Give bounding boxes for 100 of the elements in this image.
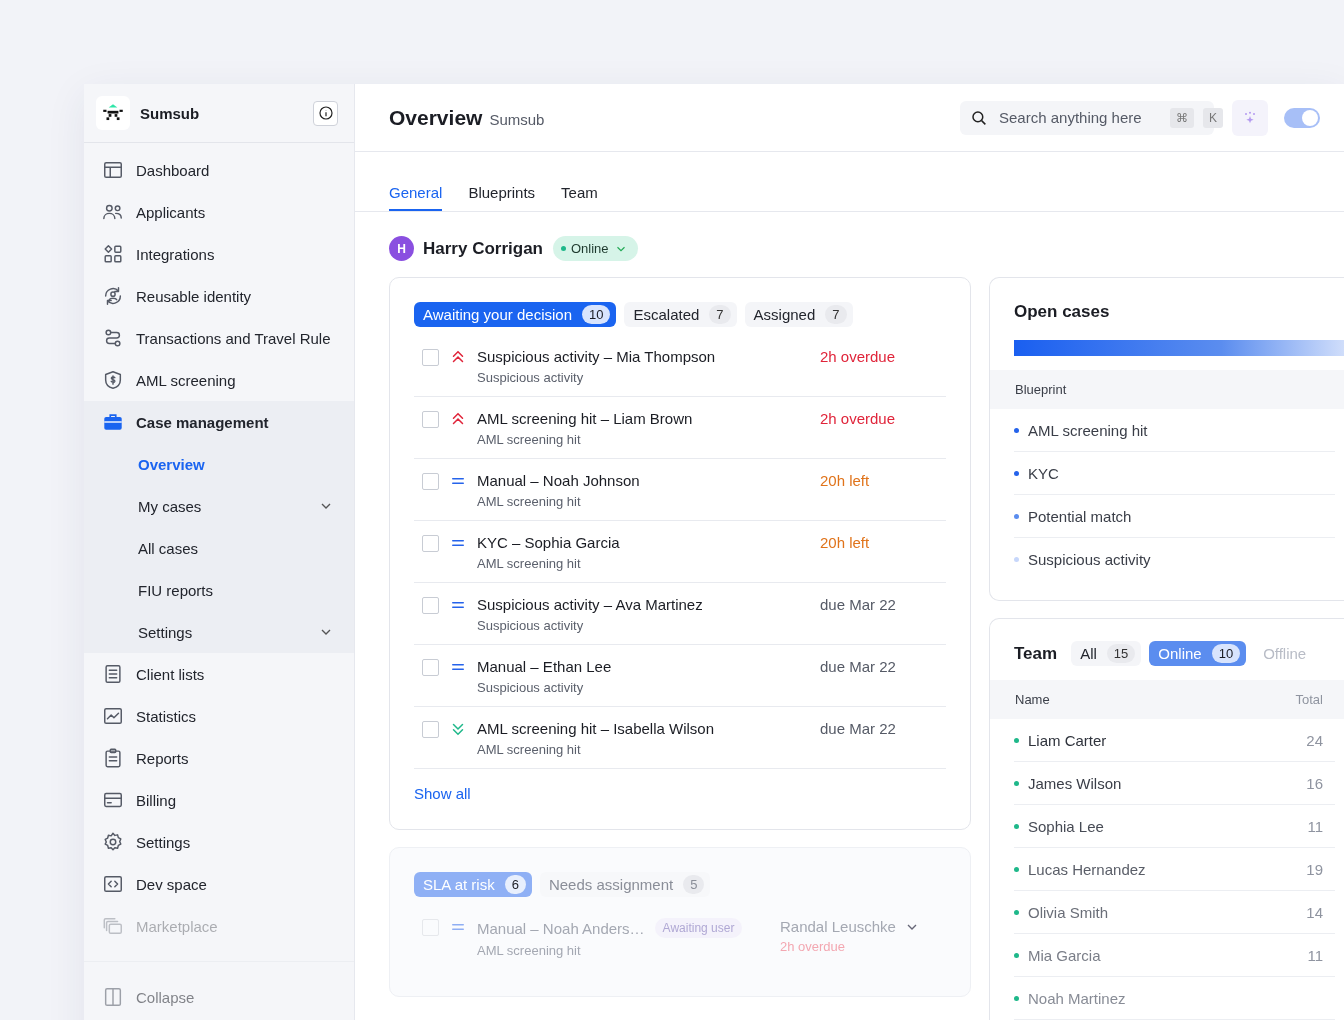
sidebar-item[interactable]: Case management (84, 401, 354, 443)
clipboard-icon (102, 747, 124, 769)
status-badge: Awaiting user (654, 918, 743, 938)
case-type: Suspicious activity (477, 370, 585, 385)
shield-icon (102, 369, 124, 391)
brand-name: Sumsub (140, 104, 201, 122)
search-icon (970, 108, 988, 127)
card-title: Team (1013, 643, 1058, 664)
checkbox[interactable] (422, 659, 439, 676)
due-status: due Mar 22 (820, 658, 897, 675)
member-name: Liam Carter (1028, 731, 1108, 749)
case-type: AML screening hit (477, 742, 582, 757)
checkbox[interactable] (422, 721, 439, 738)
case-type: Suspicious activity (477, 680, 585, 695)
blueprint-name: Suspicious activity (1028, 550, 1151, 568)
case-type: Suspicious activity (477, 618, 585, 633)
sparkle-button[interactable] (1232, 99, 1268, 136)
due-status: 2h overdue (820, 348, 897, 365)
due-status: 20h left (820, 534, 871, 551)
case-title[interactable]: Suspicious activity – Ava Martinez (477, 596, 810, 613)
logo-icon (96, 96, 130, 130)
member-name: Mia Garcia (1028, 946, 1102, 964)
due-status: 20h left (820, 472, 871, 489)
sidebar-item[interactable]: Reusable identity (84, 275, 354, 317)
user-cycle-icon (102, 285, 124, 307)
column-header: Blueprint (990, 370, 1344, 409)
sidebar-item[interactable]: Statistics (84, 695, 354, 737)
grid-icon (102, 243, 124, 265)
column-header: Name (1015, 692, 1050, 707)
filter-chip[interactable]: All 15 (1071, 641, 1142, 666)
briefcase-icon (102, 411, 124, 433)
windows-icon (102, 915, 124, 937)
blueprint-name: KYC (1028, 464, 1059, 482)
tab[interactable]: General (389, 184, 443, 211)
case-count: 16 (1306, 774, 1323, 792)
filter-chip[interactable]: Escalated 7 (624, 302, 737, 327)
due-status: due Mar 22 (820, 720, 897, 737)
panel-icon (102, 986, 124, 1008)
filter-chip[interactable]: SLA at risk 6 (414, 872, 532, 897)
case-title[interactable]: KYC – Sophia Garcia (477, 534, 810, 551)
sidebar-item[interactable]: Reports (84, 737, 354, 779)
checkbox[interactable] (422, 535, 439, 552)
sidebar-item[interactable]: Transactions and Travel Rule (84, 317, 354, 359)
case-count: 19 (1306, 860, 1323, 878)
info-button[interactable] (313, 100, 338, 126)
show-all-link[interactable]: Show all (414, 785, 471, 802)
member-name: Olivia Smith (1028, 903, 1110, 921)
shortcut-key: K (1203, 107, 1223, 128)
due-status: due Mar 22 (820, 596, 897, 613)
code-icon (102, 873, 124, 895)
sidebar-item[interactable]: Settings (84, 821, 354, 863)
gear-icon (102, 831, 124, 853)
column-header: Total (1295, 692, 1323, 707)
case-type: AML screening hit (477, 943, 582, 958)
case-title[interactable]: Suspicious activity – Mia Thompson (477, 348, 810, 365)
sidebar-subitem[interactable]: My cases (84, 485, 354, 527)
toggle-switch[interactable] (1284, 107, 1320, 128)
sidebar-item[interactable]: Client lists (84, 653, 354, 695)
status-dropdown[interactable]: Online (553, 236, 638, 261)
member-name: James Wilson (1028, 774, 1123, 792)
collapse-button[interactable]: Collapse (84, 976, 354, 1018)
tab[interactable]: Blueprints (468, 184, 536, 211)
case-title[interactable]: AML screening hit – Liam Brown (477, 410, 810, 427)
sidebar-item[interactable]: Dashboard (84, 149, 354, 191)
tab[interactable]: Team (561, 184, 598, 211)
info-icon (317, 105, 334, 121)
member-name: Sophia Lee (1028, 817, 1105, 835)
blueprint-name: AML screening hit (1028, 421, 1148, 439)
page-title: Overview (389, 105, 483, 130)
case-title[interactable]: Manual – Ethan Lee (477, 658, 810, 675)
chart-icon (102, 705, 124, 727)
checkbox[interactable] (422, 411, 439, 428)
layout-icon (102, 159, 124, 181)
checkbox[interactable] (422, 597, 439, 614)
case-title[interactable]: Manual – Noah Johnson (477, 472, 810, 489)
case-title[interactable]: AML screening hit – Isabella Wilson (477, 720, 810, 737)
sidebar-subitem[interactable]: All cases (84, 527, 354, 569)
user-name: Harry Corrigan (423, 238, 543, 259)
checkbox[interactable] (422, 473, 439, 490)
case-type: AML screening hit (477, 494, 582, 509)
page-subtitle: Sumsub (489, 110, 545, 128)
sidebar-subitem[interactable]: Overview (84, 443, 354, 485)
checkbox[interactable] (422, 349, 439, 366)
case-count: 11 (1307, 946, 1323, 964)
sidebar-item[interactable]: Dev space (84, 863, 354, 905)
sidebar-item[interactable]: Applicants (84, 191, 354, 233)
sidebar-item[interactable]: Integrations (84, 233, 354, 275)
filter-chip[interactable]: Online 10 (1149, 641, 1247, 666)
filter-chip[interactable]: Awaiting your decision 10 (414, 302, 617, 327)
member-name: Noah Martinez (1028, 989, 1127, 1007)
sidebar-subitem[interactable]: FIU reports (84, 569, 354, 611)
filter-chip[interactable]: Assigned 7 (744, 302, 853, 327)
list-document-icon (102, 663, 124, 685)
sidebar-item[interactable]: Billing (84, 779, 354, 821)
case-type: AML screening hit (477, 432, 582, 447)
sidebar-item[interactable]: AML screening (84, 359, 354, 401)
due-status: 2h overdue (780, 939, 847, 954)
sidebar-subitem[interactable]: Settings (84, 611, 354, 653)
search-field[interactable]: Search anything here (997, 108, 1161, 127)
member-name: Lucas Hernandez (1028, 860, 1147, 878)
